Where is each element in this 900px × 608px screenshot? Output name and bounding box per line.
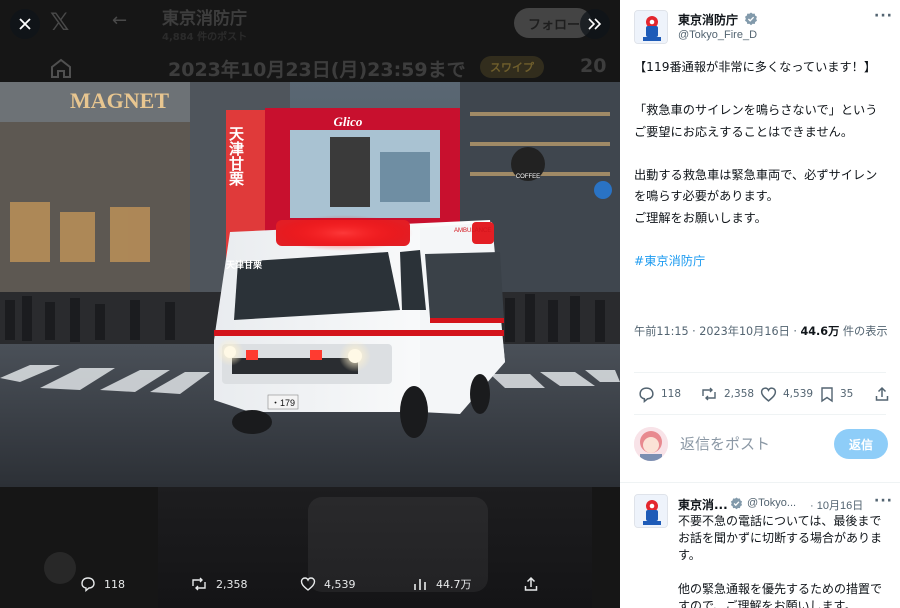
reply-tweet-text: 不要不急の電話については、最後までお話を聞かずに切断する場合があります。 他の緊… <box>678 513 888 608</box>
tweet-line-1: 【119番通報が非常に多くなっています！】 <box>634 60 877 74</box>
reply-paragraph-2: 他の緊急通報を優先するための措置ですので、ご理解をお願いします。 <box>678 582 883 608</box>
repost-count: 2,358 <box>724 388 755 400</box>
bookmark-icon <box>821 386 833 402</box>
reply-author-avatar[interactable] <box>634 494 668 528</box>
viewer-share-button[interactable] <box>523 560 539 608</box>
expand-button[interactable] <box>580 9 610 39</box>
share-icon <box>524 576 538 591</box>
close-button[interactable] <box>10 9 40 39</box>
background-account-name: 東京消防庁 <box>162 9 247 29</box>
reply-paragraph-1: 不要不急の電話については、最後までお話を聞かずに切断する場合があります。 <box>678 514 883 562</box>
reply-submit-button[interactable]: 返信 <box>834 429 888 459</box>
reply-date[interactable]: · 10月16日 <box>810 497 863 513</box>
repost-icon <box>192 577 206 591</box>
viewer-action-bar: 118 2,358 4,539 44.7万 <box>0 560 620 608</box>
ambulance-photo: MAGNET 天津甘栗 Glico COFFEE 天津甘栗 ・179 AMBUL… <box>0 82 620 487</box>
tweet-text: 【119番通報が非常に多くなっています！】 「救急車のサイレンを鳴らさないで」と… <box>634 57 888 272</box>
store-sign: MAGNET <box>70 88 169 113</box>
tweet-line-3: 出動する救急車は緊急車両で、必ずサイレンを鳴らす必要があります。 <box>634 167 878 204</box>
author-avatar[interactable] <box>634 10 668 44</box>
tweet-line-4: ご理解をお願いします。 <box>634 210 767 225</box>
media-viewer: 𝕏 ← 東京消防庁 4,884 件のポスト 2023年10月23日(月)23:5… <box>0 0 620 608</box>
background-banner-text: 2023年10月23日(月)23:59まで <box>168 59 466 81</box>
user-avatar-icon <box>634 427 668 461</box>
tweet-line-2: 「救急車のサイレンを鳴らさないで」というご要望にお応えすることはできません。 <box>634 103 878 139</box>
reply-count: 118 <box>661 388 682 400</box>
tweet-stats: 118 2,358 4,539 35 <box>634 382 890 406</box>
bookmark-count: 35 <box>840 388 854 400</box>
verified-badge-icon <box>745 12 757 26</box>
user-avatar[interactable] <box>634 427 668 461</box>
reply-author-handle[interactable]: @Tokyo... <box>747 497 796 509</box>
background-account-sub: 4,884 件のポスト <box>162 32 248 43</box>
tweet-view-count: 44.6万 <box>800 325 840 338</box>
repost-icon <box>702 387 716 401</box>
repost-button[interactable]: 2,358 <box>700 382 754 406</box>
bookmark-button[interactable]: 35 <box>820 382 853 406</box>
background-swipe-badge: スワイプ <box>480 56 544 78</box>
reply-author-name[interactable]: 東京消... <box>678 496 728 513</box>
views-chart-icon <box>414 579 426 590</box>
mascot-icon <box>635 11 667 43</box>
ambulance <box>214 215 505 438</box>
author-name[interactable]: 東京消防庁 <box>678 11 738 28</box>
shop-sign: 天津甘栗 <box>226 259 262 271</box>
tweet-meta: 午前11:15 · 2023年10月16日 · 44.6万 件の表示 <box>634 322 892 342</box>
plate-number: ・179 <box>271 398 295 408</box>
reply-icon <box>81 577 95 592</box>
like-count: 4,539 <box>783 388 814 400</box>
heart-icon <box>300 577 316 591</box>
mascot-icon <box>635 495 667 527</box>
reply-icon <box>639 386 654 403</box>
divider <box>634 372 886 373</box>
viewer-reply-button[interactable]: 118 <box>80 560 125 608</box>
reply-input[interactable] <box>680 433 830 455</box>
viewer-views-button[interactable]: 44.7万 <box>412 560 472 608</box>
home-icon <box>51 58 71 78</box>
viewer-reply-count: 118 <box>104 577 125 591</box>
reply-composer: 返信 <box>634 424 890 464</box>
chevron-double-right-icon <box>588 18 602 30</box>
x-logo-icon: 𝕏 <box>50 8 70 36</box>
viewer-repost-button[interactable]: 2,358 <box>190 560 248 608</box>
tweet-timestamp[interactable]: 午前11:15 · 2023年10月16日 · <box>634 325 800 338</box>
back-arrow-icon: ← <box>112 10 128 31</box>
billboard-top: Glico <box>334 114 363 129</box>
share-icon <box>875 386 889 401</box>
reply-button[interactable]: 118 <box>638 382 681 406</box>
reply-more-options-button[interactable]: ··· <box>874 493 893 509</box>
viewer-repost-count: 2,358 <box>216 577 248 591</box>
hashtag-link[interactable]: #東京消防庁 <box>634 254 705 268</box>
verified-badge-icon <box>730 497 743 510</box>
heart-icon <box>760 386 777 402</box>
close-icon <box>19 18 31 30</box>
viewer-like-count: 4,539 <box>324 577 356 591</box>
billboard-vertical: 天津甘栗 <box>227 126 245 187</box>
background-banner-number: 20 <box>580 55 607 77</box>
ambulance-label: AMBULANCE <box>454 228 491 234</box>
viewer-view-count: 44.7万 <box>436 578 472 591</box>
divider <box>620 482 900 483</box>
viewer-like-button[interactable]: 4,539 <box>300 560 356 608</box>
author-handle[interactable]: @Tokyo_Fire_D <box>678 29 757 41</box>
coffee-sign: COFFEE <box>516 174 540 180</box>
tweet-panel: 東京消防庁 @Tokyo_Fire_D ··· 【119番通報が非常に多くなって… <box>620 0 900 608</box>
more-options-button[interactable]: ··· <box>874 8 893 24</box>
like-button[interactable]: 4,539 <box>760 382 813 406</box>
divider <box>634 414 886 415</box>
tweet-view-suffix: 件の表示 <box>839 325 888 338</box>
share-button[interactable] <box>874 382 890 406</box>
